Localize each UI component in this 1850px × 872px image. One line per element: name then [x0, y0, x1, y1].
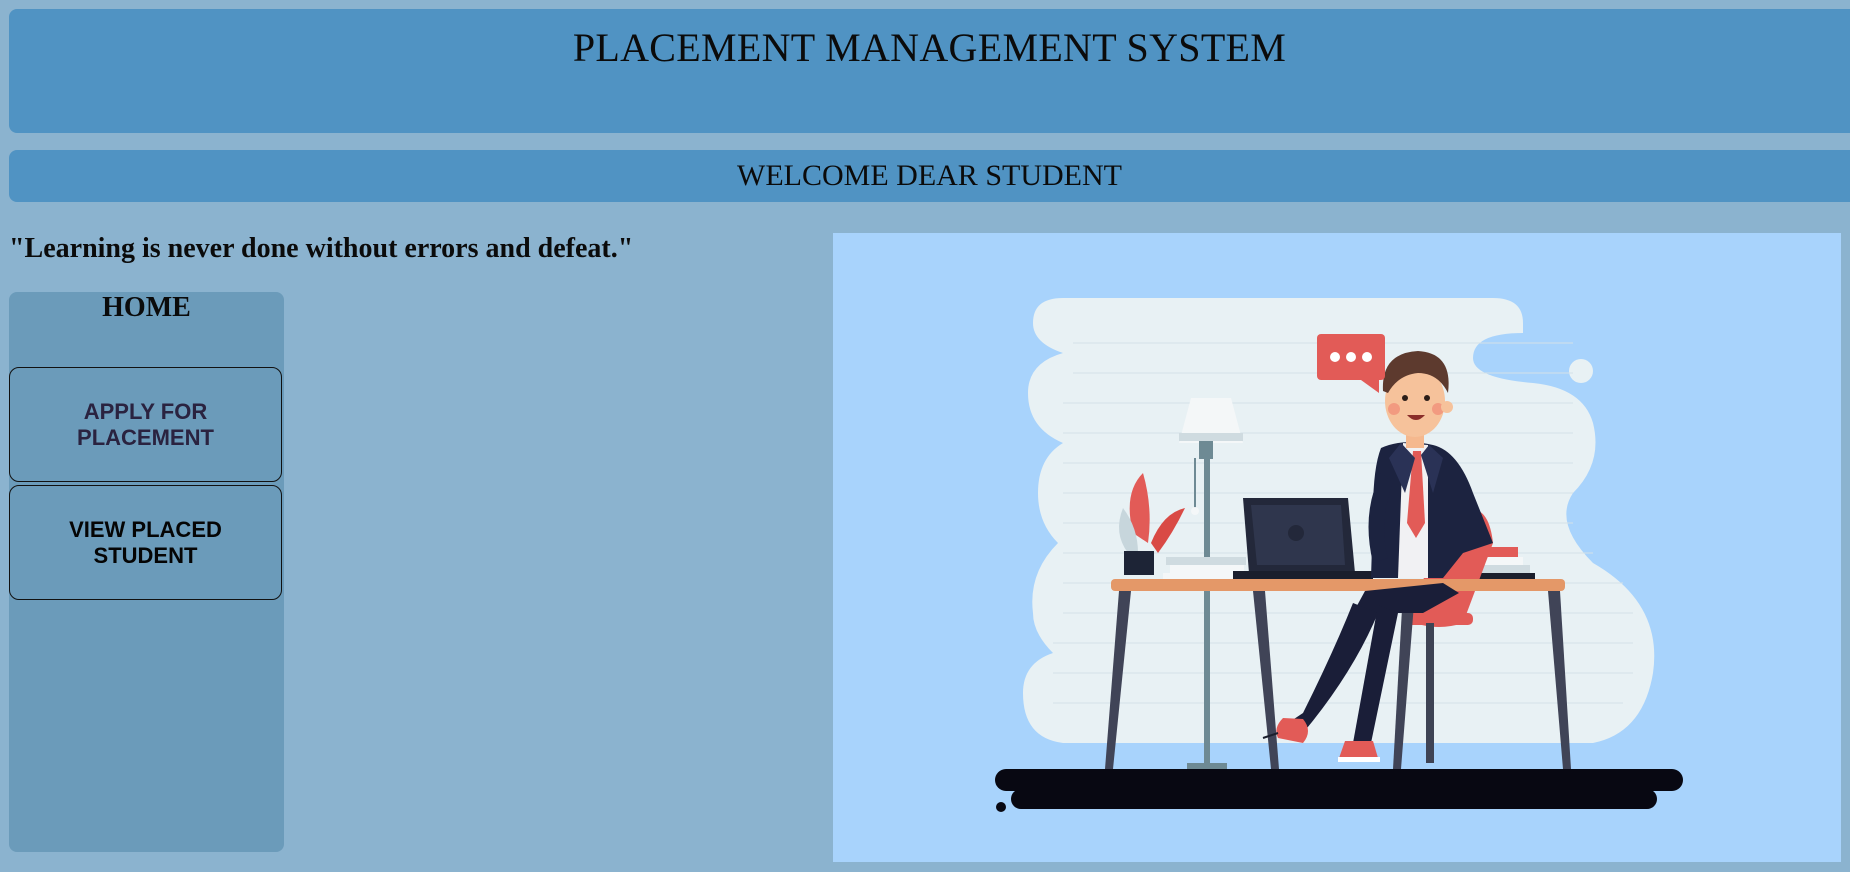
apply-for-placement-button[interactable]: APPLY FOR PLACEMENT: [9, 367, 282, 482]
sidebar-home-link[interactable]: HOME: [9, 292, 284, 324]
header-banner: PLACEMENT MANAGEMENT SYSTEM: [9, 9, 1850, 133]
page-title: PLACEMENT MANAGEMENT SYSTEM: [572, 25, 1287, 70]
office-worker-illustration: [833, 233, 1841, 862]
welcome-text: WELCOME DEAR STUDENT: [737, 159, 1122, 192]
office-worker-at-desk-icon: [995, 298, 1683, 812]
welcome-banner: WELCOME DEAR STUDENT: [9, 150, 1850, 202]
quote-text: "Learning is never done without errors a…: [9, 233, 634, 264]
sidebar: HOME APPLY FOR PLACEMENT VIEW PLACED STU…: [9, 292, 284, 852]
view-placed-student-button[interactable]: VIEW PLACED STUDENT: [9, 485, 282, 600]
